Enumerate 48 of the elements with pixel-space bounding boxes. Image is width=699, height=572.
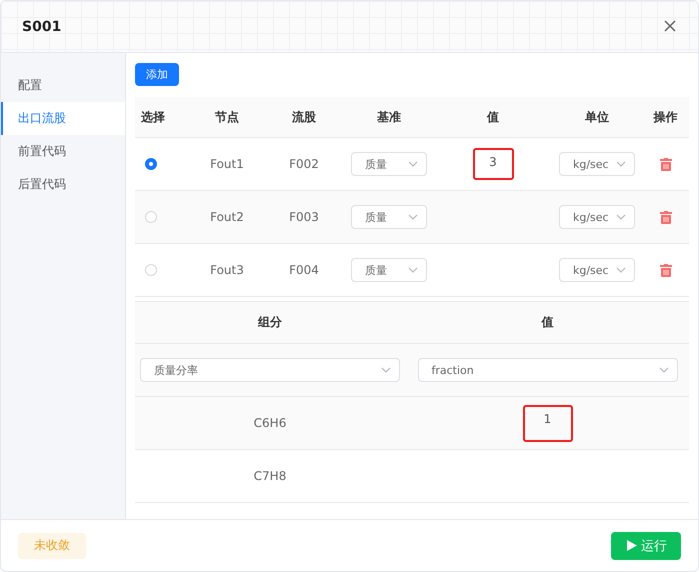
sidebar-item[interactable]: 出口流股	[1, 102, 125, 135]
column-header: 值	[487, 108, 499, 126]
column-header: 操作	[654, 108, 678, 126]
chevron-down-icon	[408, 267, 418, 273]
column-header: 组分	[258, 314, 282, 331]
delete-icon[interactable]	[660, 210, 672, 224]
unit-dropdown[interactable]: kg/sec	[559, 205, 635, 229]
delete-icon[interactable]	[660, 158, 672, 170]
table-cell: Fout2	[210, 210, 244, 224]
chevron-down-icon	[616, 161, 626, 167]
basis-dropdown[interactable]: 质量	[351, 152, 427, 176]
basis-dropdown[interactable]: 质量	[351, 205, 427, 229]
value-field[interactable]: 3	[472, 148, 514, 180]
table-cell: Fout3	[210, 263, 244, 277]
chevron-down-icon	[616, 267, 626, 273]
basis-dropdown[interactable]: 质量	[351, 258, 427, 282]
column-header: 单位	[585, 108, 609, 126]
column-header: 流股	[292, 108, 316, 126]
table-cell: F004	[289, 263, 319, 277]
value-field[interactable]: 1	[522, 404, 572, 442]
sidebar-item[interactable]: 前置代码	[1, 135, 125, 168]
table-cell: C6H6	[254, 416, 286, 430]
column-header: 节点	[215, 108, 239, 126]
close-button[interactable]	[664, 20, 678, 34]
add-button[interactable]: 添加	[135, 63, 179, 86]
sidebar-item[interactable]: 配置	[1, 69, 125, 102]
dialog-title: S001	[22, 18, 62, 34]
column-header: 基准	[377, 108, 401, 126]
play-icon	[627, 540, 637, 551]
chevron-down-icon	[408, 214, 418, 220]
status-badge: 未收敛	[18, 532, 86, 558]
table-cell: F003	[289, 210, 319, 224]
unit-dropdown[interactable]: fraction	[418, 358, 678, 382]
unit-dropdown[interactable]: kg/sec	[559, 258, 635, 282]
chevron-down-icon	[381, 367, 391, 373]
basis-dropdown[interactable]: 质量分率	[140, 358, 400, 382]
table-cell: C7H8	[254, 469, 286, 483]
chevron-down-icon	[658, 367, 668, 373]
column-header: 选择	[141, 108, 165, 126]
table-cell: F002	[289, 157, 319, 171]
chevron-down-icon	[616, 214, 626, 220]
delete-icon[interactable]	[660, 264, 672, 276]
column-header: 值	[542, 314, 554, 331]
table-cell: Fout1	[210, 157, 244, 171]
sidebar-item[interactable]: 后置代码	[1, 168, 125, 201]
radio-button[interactable]	[145, 158, 157, 170]
unit-dropdown[interactable]: kg/sec	[559, 152, 635, 176]
chevron-down-icon	[408, 161, 418, 167]
